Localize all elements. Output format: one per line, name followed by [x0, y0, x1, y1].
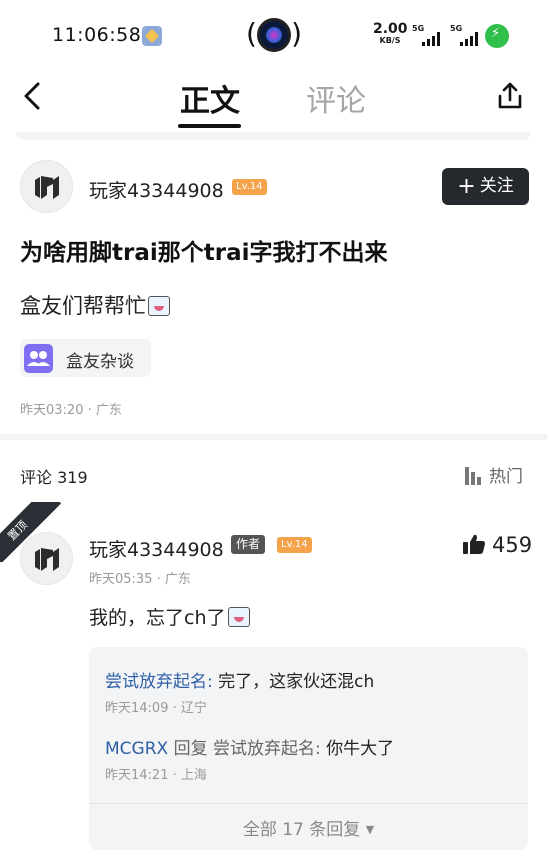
status-time: 11:06:58	[52, 24, 142, 46]
signal-sim1-icon: 5G	[412, 24, 446, 46]
group-icon	[24, 344, 53, 373]
top-nav: 正文 评论	[0, 70, 547, 132]
plus-icon: +	[457, 174, 476, 199]
view-all-replies-button[interactable]: 全部 17 条回复 ▼	[89, 815, 528, 840]
emoji-sticker-icon	[227, 607, 250, 627]
sort-hot-button[interactable]: 热门	[465, 462, 523, 487]
comment-meta: 昨天05:35 · 广东	[89, 572, 191, 587]
share-icon	[498, 82, 522, 109]
topic-label: 盒友杂谈	[66, 352, 134, 372]
reply-target[interactable]: 尝试放弃起名:	[213, 739, 321, 759]
comment-body-text: 我的，忘了ch了	[89, 607, 226, 629]
follow-button[interactable]: + 关注	[442, 168, 529, 205]
back-arrow-icon	[24, 82, 40, 110]
reply-word: 回复	[173, 739, 208, 759]
replies-box: 尝试放弃起名: 完了，这家伙还混ch 昨天14:09 · 辽宁 MCGRX 回复…	[89, 647, 528, 850]
comment-count: 评论 319	[20, 468, 88, 487]
notification-app-icon	[142, 26, 162, 46]
post-author-avatar[interactable]	[20, 160, 73, 213]
network-speed: 2.00 KB/S	[373, 21, 408, 46]
reply-text: 你牛大了	[326, 739, 395, 759]
topic-chip[interactable]: 盒友杂谈	[20, 339, 151, 377]
follow-label: 关注	[479, 176, 514, 196]
thumbs-up-icon	[463, 534, 485, 554]
like-button[interactable]: 459	[462, 533, 532, 557]
comment-author-level-badge: Lv.14	[277, 537, 312, 553]
reply-item[interactable]: MCGRX 回复 尝试放弃起名: 你牛大了	[105, 734, 394, 759]
post-body-text: 盒友们帮帮忙	[20, 294, 146, 318]
like-count: 459	[492, 533, 533, 557]
post-body: 盒友们帮帮忙	[20, 290, 170, 320]
reply-user[interactable]: MCGRX	[105, 739, 168, 759]
author-badge: 作者	[231, 535, 266, 554]
post-author-level-badge: Lv.14	[232, 179, 267, 195]
post-author-name[interactable]: 玩家43344908	[89, 176, 224, 203]
comment-author-avatar[interactable]	[20, 532, 73, 585]
album-art-icon	[257, 18, 291, 52]
reply-item[interactable]: 尝试放弃起名: 完了，这家伙还混ch	[105, 667, 374, 692]
status-bar: 11:06:58 ( ) 2.00 KB/S 5G 5G	[0, 0, 547, 70]
comment-author-name[interactable]: 玩家43344908	[89, 535, 224, 562]
reply-time: 昨天14:21 · 上海	[105, 768, 207, 783]
emoji-sticker-icon	[148, 296, 170, 316]
reply-time: 昨天14:09 · 辽宁	[105, 701, 207, 716]
top-separator	[16, 132, 531, 140]
app-logo-icon	[35, 548, 59, 571]
comment-body: 我的，忘了ch了	[89, 603, 250, 630]
network-speed-unit: KB/S	[379, 36, 401, 45]
tab-content[interactable]: 正文	[180, 76, 240, 120]
back-button[interactable]	[18, 78, 48, 114]
reply-user[interactable]: 尝试放弃起名	[105, 672, 207, 692]
sort-icon	[465, 467, 485, 485]
sort-label: 热门	[489, 467, 523, 487]
post-meta: 昨天03:20 · 广东	[20, 403, 122, 418]
replies-divider	[89, 803, 528, 804]
tab-comments[interactable]: 评论	[306, 76, 366, 120]
share-button[interactable]	[494, 80, 526, 112]
active-tab-indicator	[178, 124, 241, 128]
island-right-bracket: )	[291, 17, 302, 50]
battery-charging-icon	[485, 24, 509, 48]
post-title: 为啥用脚trai那个trai字我打不出来	[20, 240, 388, 266]
caret-down-icon: ▼	[365, 823, 375, 836]
reply-text: 完了，这家伙还混ch	[218, 672, 375, 692]
media-island[interactable]: ( )	[246, 17, 302, 55]
network-speed-value: 2.00	[373, 21, 408, 37]
section-separator	[0, 434, 547, 440]
signal-sim2-icon: 5G	[450, 24, 484, 46]
island-left-bracket: (	[246, 17, 257, 50]
view-all-replies-label: 全部 17 条回复	[242, 820, 361, 840]
app-logo-icon	[35, 176, 59, 199]
reply-colon: :	[207, 672, 219, 692]
